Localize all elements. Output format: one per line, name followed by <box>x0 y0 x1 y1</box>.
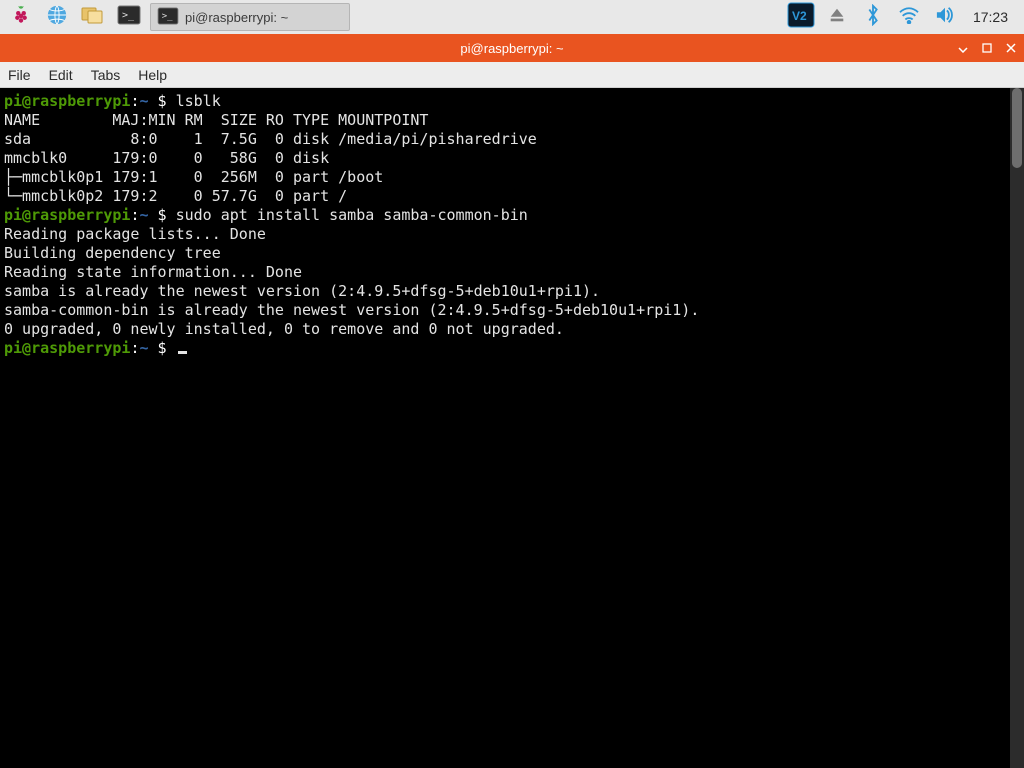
scrollbar-thumb[interactable] <box>1012 88 1022 168</box>
file-manager-button[interactable] <box>78 3 108 31</box>
terminal-launcher-button[interactable]: >_ <box>114 3 144 31</box>
raspberry-logo-icon <box>10 4 32 31</box>
menu-file[interactable]: File <box>8 67 31 83</box>
terminal-icon: >_ <box>117 5 141 30</box>
menu-edit[interactable]: Edit <box>49 67 73 83</box>
terminal-window: pi@raspberrypi: ~ File Edit Tabs Help pi… <box>0 34 1024 768</box>
wifi-tray-button[interactable] <box>897 5 921 29</box>
volume-icon <box>934 6 956 29</box>
svg-text:>_: >_ <box>162 11 173 21</box>
volume-tray-button[interactable] <box>933 5 957 29</box>
window-titlebar[interactable]: pi@raspberrypi: ~ <box>0 34 1024 62</box>
menu-tabs[interactable]: Tabs <box>91 67 121 83</box>
close-button[interactable] <box>1004 41 1018 55</box>
bluetooth-tray-button[interactable] <box>861 5 885 29</box>
menu-help[interactable]: Help <box>138 67 167 83</box>
globe-icon <box>46 4 68 31</box>
eject-tray-button[interactable] <box>825 5 849 29</box>
panel-right-group: V2 <box>789 5 1018 29</box>
panel-left-group: >_ >_ pi@raspberrypi: ~ <box>6 3 350 31</box>
web-browser-button[interactable] <box>42 3 72 31</box>
terminal-content[interactable]: pi@raspberrypi:~ $ lsblk NAME MAJ:MIN RM… <box>0 88 1010 768</box>
svg-text:>_: >_ <box>122 10 135 21</box>
taskbar-app-title: pi@raspberrypi: ~ <box>185 10 288 25</box>
titlebar-controls <box>956 34 1018 62</box>
app-menu-button[interactable] <box>6 3 36 31</box>
taskbar-app-entry[interactable]: >_ pi@raspberrypi: ~ <box>150 3 350 31</box>
vnc-tray-button[interactable]: V2 <box>789 5 813 29</box>
minimize-button[interactable] <box>956 41 970 55</box>
window-menubar: File Edit Tabs Help <box>0 62 1024 88</box>
window-title: pi@raspberrypi: ~ <box>460 41 563 56</box>
system-panel: >_ >_ pi@raspberrypi: ~ V2 <box>0 0 1024 34</box>
terminal-scrollbar[interactable] <box>1010 88 1024 768</box>
svg-text:V2: V2 <box>792 9 807 23</box>
bluetooth-icon <box>864 4 882 31</box>
terminal-viewport: pi@raspberrypi:~ $ lsblk NAME MAJ:MIN RM… <box>0 88 1024 768</box>
terminal-icon: >_ <box>157 7 179 28</box>
scrollbar-track <box>1010 88 1024 768</box>
vnc-icon: V2 <box>787 2 815 33</box>
file-manager-icon <box>81 5 105 30</box>
eject-icon <box>828 6 846 29</box>
wifi-icon <box>898 6 920 29</box>
clock-label[interactable]: 17:23 <box>969 9 1012 25</box>
maximize-button[interactable] <box>980 41 994 55</box>
